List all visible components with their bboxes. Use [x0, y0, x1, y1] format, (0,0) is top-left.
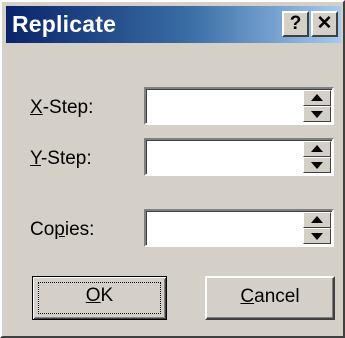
copies-increment-button[interactable] — [303, 212, 331, 228]
replicate-dialog: Replicate ? ✕ X-Step: Y-Step: Copies: OK… — [0, 0, 345, 338]
x-step-label: X-Step: — [30, 96, 93, 120]
x-step-label-mnemonic: X — [30, 97, 43, 118]
y-step-increment-button[interactable] — [303, 141, 331, 157]
copies-label-suffix: ies: — [64, 219, 95, 240]
y-step-label-suffix: -Step: — [40, 148, 92, 169]
arrow-down-icon — [311, 233, 323, 240]
y-step-label: Y-Step: — [30, 147, 92, 171]
arrow-up-icon — [311, 216, 323, 223]
x-step-increment-button[interactable] — [303, 90, 331, 106]
cancel-button-mnemonic: C — [240, 286, 255, 307]
close-icon: ✕ — [316, 13, 333, 34]
arrow-down-icon — [311, 111, 323, 118]
copies-spinner — [303, 212, 331, 244]
help-button[interactable]: ? — [282, 11, 309, 37]
x-step-spinner — [303, 90, 331, 122]
arrow-up-icon — [311, 94, 323, 101]
y-step-label-mnemonic: Y — [30, 148, 41, 169]
copies-label-mnemonic: p — [54, 219, 65, 240]
y-step-spinbox — [144, 138, 334, 176]
cancel-button[interactable]: Cancel — [205, 276, 335, 320]
focus-rectangle — [38, 282, 161, 314]
y-step-decrement-button[interactable] — [303, 157, 331, 173]
x-step-decrement-button[interactable] — [303, 106, 331, 122]
copies-spinbox — [144, 209, 334, 247]
arrow-down-icon — [311, 162, 323, 169]
title-bar[interactable]: Replicate ? ✕ — [6, 6, 341, 43]
copies-input[interactable] — [149, 214, 305, 242]
ok-button[interactable]: OK — [32, 276, 167, 320]
dialog-title: Replicate — [12, 11, 117, 37]
cancel-button-label-rest: ancel — [254, 286, 300, 307]
copies-label-prefix: Co — [30, 219, 55, 240]
y-step-spinner — [303, 141, 331, 173]
close-button[interactable]: ✕ — [311, 11, 338, 37]
copies-label: Copies: — [30, 218, 94, 242]
arrow-up-icon — [311, 145, 323, 152]
x-step-input[interactable] — [149, 92, 305, 120]
x-step-spinbox — [144, 87, 334, 125]
copies-decrement-button[interactable] — [303, 228, 331, 244]
x-step-label-suffix: -Step: — [42, 97, 94, 118]
y-step-input[interactable] — [149, 143, 305, 171]
